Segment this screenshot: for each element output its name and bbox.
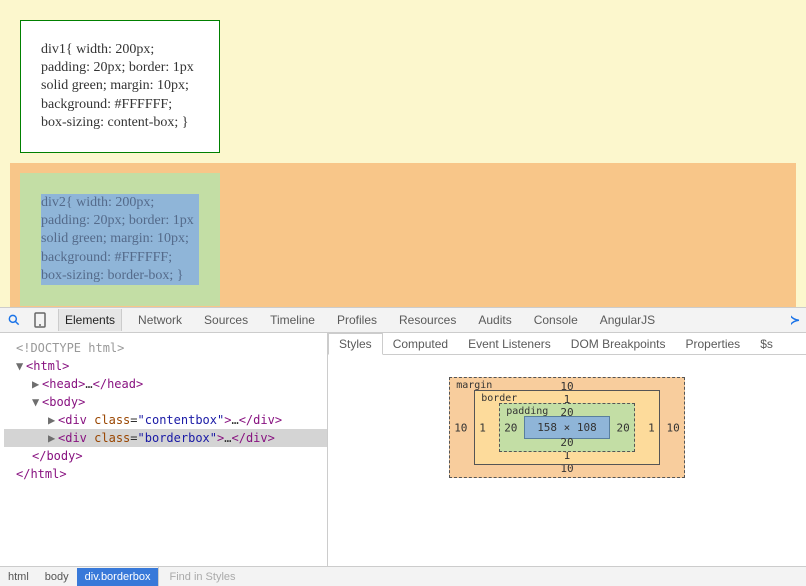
padding-left-value: 20	[504, 421, 517, 434]
margin-right-value: 10	[667, 421, 680, 434]
padding-bottom-value: 20	[560, 436, 573, 449]
tab-console[interactable]: Console	[528, 309, 584, 331]
tab-timeline[interactable]: Timeline	[264, 309, 321, 331]
padding-right-value: 20	[617, 421, 630, 434]
padding-label: padding	[506, 406, 548, 417]
breadcrumb-bar: html body div.borderbox Find in Styles	[0, 566, 806, 586]
crumb-html[interactable]: html	[0, 568, 37, 586]
doctype: <!DOCTYPE html>	[16, 341, 124, 355]
styles-tab-computed[interactable]: Computed	[383, 334, 458, 354]
dom-line[interactable]: <!DOCTYPE html>	[4, 339, 327, 357]
border-left-value: 1	[479, 421, 486, 434]
dom-line[interactable]: </body>	[4, 447, 327, 465]
tab-elements[interactable]: Elements	[58, 309, 122, 331]
search-icon[interactable]	[6, 312, 22, 328]
styles-tab-more[interactable]: $s	[750, 334, 783, 354]
dom-line[interactable]: </html>	[4, 465, 327, 483]
dom-line[interactable]: ▼<body>	[4, 393, 327, 411]
box-model-border[interactable]: border 1 1 1 1 padding 20 20 20 20 158 ×…	[474, 390, 660, 465]
div1-contentbox: div1{ width: 200px; padding: 20px; borde…	[20, 20, 220, 153]
styles-tab-styles[interactable]: Styles	[328, 333, 383, 355]
div2-padding-highlight: div2{ width: 200px; padding: 20px; borde…	[21, 174, 219, 305]
styles-tab-eventlisteners[interactable]: Event Listeners	[458, 334, 561, 354]
crumb-selected[interactable]: div.borderbox	[77, 568, 159, 586]
box-model-padding[interactable]: padding 20 20 20 20 158 × 108	[499, 403, 635, 452]
margin-left-value: 10	[454, 421, 467, 434]
dom-line[interactable]: ▼<html>	[4, 357, 327, 375]
tab-sources[interactable]: Sources	[198, 309, 254, 331]
dom-tree[interactable]: <!DOCTYPE html> ▼<html> ▶<head>…</head> …	[0, 333, 328, 566]
dom-line[interactable]: ▶<div class="contentbox">…</div>	[4, 411, 327, 429]
div2-borderbox: div2{ width: 200px; padding: 20px; borde…	[41, 194, 199, 285]
crumb-body[interactable]: body	[37, 568, 77, 586]
styles-tab-dombreakpoints[interactable]: DOM Breakpoints	[561, 334, 676, 354]
dom-line-selected[interactable]: ▶<div class="borderbox">…</div>	[4, 429, 327, 447]
box-model-view: margin 10 10 10 10 border 1 1 1 1 paddin…	[328, 355, 806, 566]
div2-margin-highlight: div2{ width: 200px; padding: 20px; borde…	[10, 163, 796, 316]
devtools-body: <!DOCTYPE html> ▼<html> ▶<head>…</head> …	[0, 333, 806, 566]
devtools-toolbar: Elements Network Sources Timeline Profil…	[0, 307, 806, 333]
padding-top-value: 20	[560, 406, 573, 419]
tab-resources[interactable]: Resources	[393, 309, 462, 331]
find-in-styles[interactable]: Find in Styles	[158, 567, 806, 586]
styles-panel: Styles Computed Event Listeners DOM Brea…	[328, 333, 806, 566]
styles-tab-properties[interactable]: Properties	[675, 334, 750, 354]
drawer-toggle-icon[interactable]: ≻	[790, 313, 800, 327]
styles-tabs: Styles Computed Event Listeners DOM Brea…	[328, 333, 806, 355]
tab-angularjs[interactable]: AngularJS	[594, 309, 661, 331]
rendered-page: div1{ width: 200px; padding: 20px; borde…	[0, 0, 806, 307]
dom-line[interactable]: ▶<head>…</head>	[4, 375, 327, 393]
box-model-margin[interactable]: margin 10 10 10 10 border 1 1 1 1 paddin…	[449, 377, 685, 478]
box-model[interactable]: margin 10 10 10 10 border 1 1 1 1 paddin…	[449, 377, 685, 478]
border-right-value: 1	[648, 421, 655, 434]
device-icon[interactable]	[32, 312, 48, 328]
tab-audits[interactable]: Audits	[472, 309, 517, 331]
tab-profiles[interactable]: Profiles	[331, 309, 383, 331]
tab-network[interactable]: Network	[132, 309, 188, 331]
div2-border-highlight: div2{ width: 200px; padding: 20px; borde…	[20, 173, 220, 306]
